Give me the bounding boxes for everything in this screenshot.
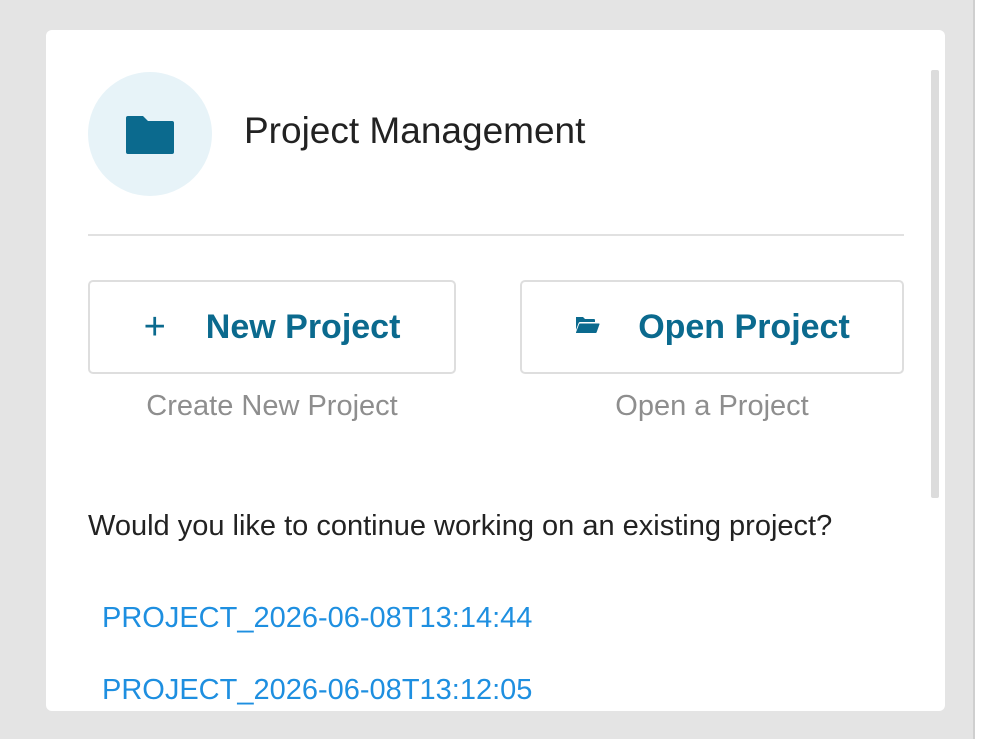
new-project-button[interactable]: + New Project xyxy=(88,280,456,374)
open-project-subtitle: Open a Project xyxy=(615,390,809,422)
project-management-panel: Project Management + New Project Create … xyxy=(46,30,945,711)
open-project-label: Open Project xyxy=(638,307,850,346)
recent-projects-list: PROJECT_2026-06-08T13:14:44 PROJECT_2026… xyxy=(102,602,532,711)
continue-prompt: Would you like to continue working on an… xyxy=(88,510,833,542)
page-title: Project Management xyxy=(244,110,586,151)
plus-icon: + xyxy=(143,306,166,348)
recent-project-link[interactable]: PROJECT_2026-06-08T13:12:05 xyxy=(102,674,532,711)
frame-edge xyxy=(975,0,985,739)
folder-icon xyxy=(126,116,174,154)
new-project-subtitle: Create New Project xyxy=(146,390,398,422)
open-project-button[interactable]: Open Project xyxy=(520,280,904,374)
header-icon-badge xyxy=(88,72,212,196)
new-project-label: New Project xyxy=(205,307,401,346)
header-divider xyxy=(88,234,904,236)
folder-open-icon xyxy=(574,315,600,340)
scrollbar-thumb[interactable] xyxy=(931,70,939,498)
recent-project-link[interactable]: PROJECT_2026-06-08T13:14:44 xyxy=(102,602,532,674)
